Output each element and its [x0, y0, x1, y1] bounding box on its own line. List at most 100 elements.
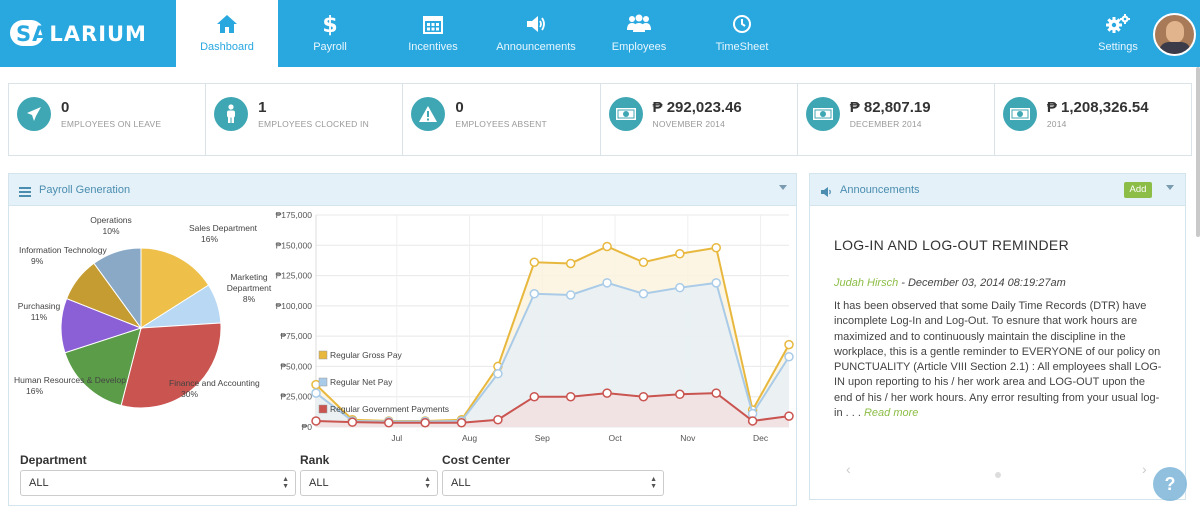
stat-label: EMPLOYEES ABSENT	[455, 119, 547, 129]
nav-announcements[interactable]: Announcements	[485, 0, 587, 67]
chevron-right-icon[interactable]: ›	[1142, 461, 1147, 477]
pie-percent: 10%	[102, 226, 119, 236]
cost-center-select[interactable]: ALL ▲ ▼	[442, 470, 664, 496]
megaphone-icon	[820, 184, 832, 202]
nav-dashboard[interactable]: Dashboard	[176, 0, 278, 67]
pie-label: Information Technology	[19, 245, 107, 255]
pie-percent: 11%	[31, 312, 48, 322]
pie-percent: 8%	[243, 294, 256, 304]
data-point	[311, 388, 321, 398]
data-point	[493, 368, 503, 379]
nav-employees[interactable]: Employees	[588, 0, 690, 67]
data-point	[638, 391, 649, 402]
select-arrows-icon: ▲ ▼	[650, 476, 657, 490]
pie-label: Marketing	[230, 272, 268, 282]
stat-employees-absent: 0 EMPLOYEES ABSENT	[403, 84, 601, 155]
x-tick-label: Dec	[753, 433, 769, 443]
chevron-left-icon[interactable]: ‹	[846, 461, 851, 477]
megaphone-icon	[485, 12, 587, 36]
nav-settings-label: Settings	[1098, 41, 1138, 53]
read-more-link[interactable]: Read more	[861, 407, 918, 419]
announcement-author[interactable]: Judah Hirsch	[834, 277, 898, 289]
data-point	[529, 288, 540, 299]
stat-november-2014: ₱ 292,023.46 NOVEMBER 2014	[601, 84, 798, 155]
payroll-panel-header: Payroll Generation	[9, 174, 796, 206]
chevron-down-icon[interactable]	[1166, 185, 1174, 190]
carousel-indicator[interactable]	[995, 472, 1001, 478]
data-point	[456, 418, 467, 428]
stat-value: 0	[455, 99, 464, 116]
announcements-panel-title: Announcements	[840, 184, 920, 196]
salarium-logo[interactable]: SALARIUM	[10, 18, 146, 48]
nav-timesheet[interactable]: TimeSheet	[691, 0, 793, 67]
data-point	[711, 388, 721, 398]
stat-2014: ₱ 1,208,326.54 2014	[995, 84, 1191, 155]
x-tick-label: Oct	[608, 433, 622, 443]
payroll-charts: Sales Department16%MarketingDepartment8%…	[14, 210, 794, 443]
rank-label: Rank	[300, 453, 330, 467]
stat-value: ₱ 1,208,326.54	[1046, 99, 1149, 116]
money-icon	[805, 97, 840, 131]
avatar-suit	[1159, 42, 1191, 54]
user-avatar[interactable]	[1153, 13, 1196, 56]
data-point	[784, 351, 794, 362]
select-arrows-icon: ▲ ▼	[282, 476, 289, 490]
chevron-down-icon[interactable]	[779, 185, 787, 190]
data-point	[347, 417, 358, 427]
pie-label: Operations	[90, 215, 132, 225]
list-icon	[19, 184, 31, 202]
department-label: Department	[20, 453, 87, 467]
data-point	[711, 242, 721, 253]
legend-swatch	[318, 377, 328, 387]
y-tick-label: ₱0	[302, 422, 313, 432]
pie-percent: 16%	[201, 234, 218, 244]
nav-settings[interactable]: Settings	[1088, 0, 1148, 67]
logo-text: SALARIUM	[16, 22, 147, 46]
person-icon	[214, 97, 249, 131]
help-button[interactable]: ?	[1153, 467, 1187, 501]
department-select[interactable]: ALL ▲ ▼	[20, 470, 296, 496]
top-navbar: SALARIUM Dashboard $ Payroll Incentives …	[0, 0, 1200, 67]
data-point	[602, 241, 612, 252]
y-tick-label: ₱100,000	[276, 301, 313, 311]
cost-center-label: Cost Center	[442, 453, 511, 467]
nav-payroll-label: Payroll	[313, 41, 347, 53]
svg-text:$: $	[322, 13, 337, 36]
data-point	[638, 288, 649, 299]
money-icon	[608, 97, 643, 131]
announcement-body: It has been observed that some Daily Tim…	[834, 299, 1164, 421]
page-scrollbar[interactable]	[1196, 67, 1200, 237]
data-point	[529, 391, 540, 402]
data-point	[638, 257, 649, 267]
calendar-icon	[382, 12, 484, 36]
nav-incentives[interactable]: Incentives	[382, 0, 484, 67]
data-point	[529, 257, 540, 267]
data-point	[711, 278, 721, 288]
y-tick-label: ₱150,000	[276, 240, 313, 250]
y-tick-label: ₱50,000	[280, 361, 312, 371]
logo-text-rest: LARIUM	[49, 22, 147, 46]
legend-label: Regular Gross Pay	[330, 350, 403, 360]
select-arrows-icon: ▲ ▼	[424, 476, 431, 490]
y-tick-label: ₱125,000	[276, 271, 313, 281]
gears-icon	[1088, 12, 1148, 36]
announcement-body-text: It has been observed that some Daily Tim…	[834, 300, 1162, 420]
pie-label: Purchasing	[18, 301, 61, 311]
stat-employees-on-leave: 0 EMPLOYEES ON LEAVE	[9, 84, 207, 155]
warning-icon	[411, 97, 446, 131]
clock-icon	[691, 12, 793, 36]
legend-label: Regular Net Pay	[330, 377, 393, 387]
rank-select[interactable]: ALL ▲ ▼	[300, 470, 438, 496]
announcement-heading: LOG-IN AND LOG-OUT REMINDER	[834, 237, 1069, 253]
nav-announcements-label: Announcements	[496, 41, 576, 53]
stats-bar: 0 EMPLOYEES ON LEAVE 1 EMPLOYEES CLOCKED…	[8, 83, 1192, 156]
stat-label: DECEMBER 2014	[849, 119, 922, 129]
nav-timesheet-label: TimeSheet	[715, 41, 769, 53]
x-tick-label: Aug	[462, 433, 477, 443]
data-point	[565, 290, 576, 300]
add-announcement-button[interactable]: Add	[1124, 182, 1152, 198]
stat-label: EMPLOYEES CLOCKED IN	[258, 119, 369, 129]
y-tick-label: ₱25,000	[280, 392, 312, 402]
legend-label: Regular Government Payments	[330, 404, 449, 414]
nav-payroll[interactable]: $ Payroll	[279, 0, 381, 67]
